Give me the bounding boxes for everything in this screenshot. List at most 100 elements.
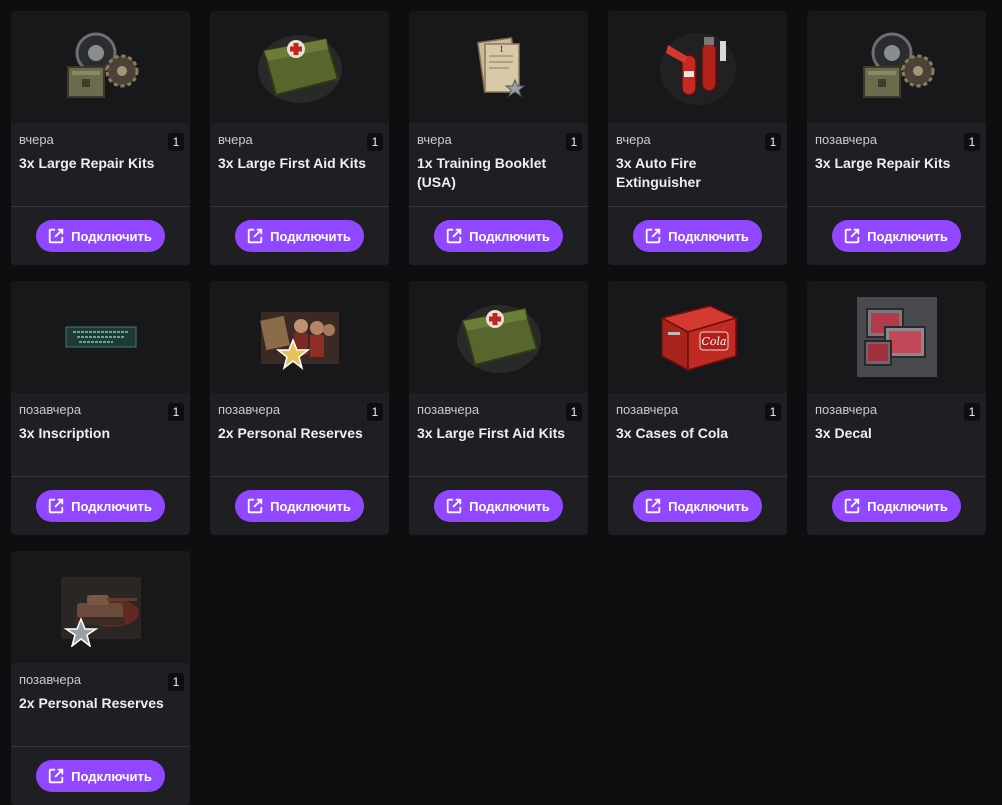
quantity-badge: 1 — [964, 133, 980, 151]
connect-button-label: Подключить — [469, 228, 550, 244]
item-title: 3x Large Repair Kits — [19, 155, 155, 171]
item-title: 3x Inscription — [19, 425, 111, 441]
item-thumbnail — [608, 11, 787, 123]
drop-card: позавчера 1 3x Inscription Подключить — [11, 281, 190, 535]
card-actions: Подключить — [11, 206, 190, 265]
claim-date: позавчера — [218, 402, 281, 417]
connect-button-label: Подключить — [270, 498, 351, 514]
card-actions: Подключить — [11, 746, 190, 805]
connect-button[interactable]: Подключить — [832, 220, 961, 252]
item-title: 1x Training Booklet (USA) — [417, 155, 547, 190]
connect-button[interactable]: Подключить — [633, 220, 762, 252]
drop-card: позавчера 1 3x Large Repair Kits Подключ… — [807, 11, 986, 265]
drop-card: вчера 1 3x Auto Fire Extinguisher Подклю… — [608, 11, 787, 265]
drop-card: позавчера 1 2x Personal Reserves Подключ… — [11, 551, 190, 805]
connect-button-label: Подключить — [71, 228, 152, 244]
claim-date: вчера — [218, 132, 253, 147]
item-thumbnail: Cola — [608, 281, 787, 393]
training-booklet-image: I — [471, 34, 527, 100]
item-thumbnail: I — [409, 11, 588, 123]
connect-button[interactable]: Подключить — [832, 490, 961, 522]
connect-button[interactable]: Подключить — [36, 490, 165, 522]
card-actions: Подключить — [608, 206, 787, 265]
fire-extinguisher-image — [658, 27, 738, 107]
connect-button[interactable]: Подключить — [633, 490, 762, 522]
card-info: позавчера 1 3x Decal — [807, 393, 986, 476]
first-aid-kit-image — [256, 29, 344, 105]
card-info: позавчера 1 3x Large Repair Kits — [807, 123, 986, 206]
card-actions: Подключить — [807, 476, 986, 535]
claim-date: вчера — [19, 132, 54, 147]
external-link-icon — [843, 497, 861, 515]
tank-reserves-image — [60, 567, 141, 647]
card-info: позавчера 1 3x Cases of Cola — [608, 393, 787, 476]
external-link-icon — [644, 227, 662, 245]
item-thumbnail — [11, 11, 190, 123]
item-thumbnail — [210, 11, 389, 123]
item-thumbnail — [409, 281, 588, 393]
quantity-badge: 1 — [765, 403, 781, 421]
external-link-icon — [644, 497, 662, 515]
card-info: вчера 1 3x Auto Fire Extinguisher — [608, 123, 787, 206]
card-actions: Подключить — [210, 476, 389, 535]
external-link-icon — [47, 497, 65, 515]
item-thumbnail — [807, 11, 986, 123]
connect-button[interactable]: Подключить — [36, 760, 165, 792]
repair-kit-image — [854, 27, 940, 107]
drop-card: позавчера 1 3x Decal Подключить — [807, 281, 986, 535]
connect-button-label: Подключить — [867, 498, 948, 514]
drop-card: Cola позавчера 1 3x Cases of Cola Подклю… — [608, 281, 787, 535]
connect-button[interactable]: Подключить — [235, 220, 364, 252]
item-thumbnail — [807, 281, 986, 393]
card-actions: Подключить — [608, 476, 787, 535]
claim-date: позавчера — [815, 402, 878, 417]
quantity-badge: 1 — [367, 133, 383, 151]
item-title: 3x Auto Fire Extinguisher — [616, 155, 701, 190]
external-link-icon — [246, 227, 264, 245]
quantity-badge: 1 — [566, 403, 582, 421]
external-link-icon — [47, 767, 65, 785]
connect-button-label: Подключить — [867, 228, 948, 244]
external-link-icon — [246, 497, 264, 515]
claim-date: позавчера — [19, 672, 82, 687]
connect-button[interactable]: Подключить — [434, 490, 563, 522]
card-actions: Подключить — [409, 206, 588, 265]
drop-card: вчера 1 3x Large Repair Kits Подключить — [11, 11, 190, 265]
quantity-badge: 1 — [168, 403, 184, 421]
card-info: вчера 1 3x Large First Aid Kits — [210, 123, 389, 206]
claim-date: позавчера — [815, 132, 878, 147]
drops-grid: вчера 1 3x Large Repair Kits Подключить — [11, 11, 986, 805]
external-link-icon — [843, 227, 861, 245]
svg-text:I: I — [500, 45, 503, 54]
drop-card: позавчера 1 2x Personal Reserves Подключ… — [210, 281, 389, 535]
connect-button-label: Подключить — [668, 498, 749, 514]
card-info: позавчера 1 3x Large First Aid Kits — [409, 393, 588, 476]
cola-case-image: Cola — [656, 298, 740, 376]
connect-button[interactable]: Подключить — [235, 490, 364, 522]
card-info: позавчера 1 2x Personal Reserves — [210, 393, 389, 476]
quantity-badge: 1 — [367, 403, 383, 421]
first-aid-kit-image — [455, 299, 543, 375]
card-actions: Подключить — [11, 476, 190, 535]
drop-card: позавчера 1 3x Large First Aid Kits Подк… — [409, 281, 588, 535]
claim-date: позавчера — [417, 402, 480, 417]
item-thumbnail — [11, 281, 190, 393]
item-title: 3x Large First Aid Kits — [218, 155, 367, 171]
quantity-badge: 1 — [168, 673, 184, 691]
card-actions: Подключить — [409, 476, 588, 535]
quantity-badge: 1 — [566, 133, 582, 151]
drop-card: вчера 1 3x Large First Aid Kits Подключи… — [210, 11, 389, 265]
external-link-icon — [445, 497, 463, 515]
card-info: позавчера 1 2x Personal Reserves — [11, 663, 190, 746]
connect-button[interactable]: Подключить — [36, 220, 165, 252]
quantity-badge: 1 — [964, 403, 980, 421]
claim-date: позавчера — [616, 402, 679, 417]
connect-button[interactable]: Подключить — [434, 220, 563, 252]
item-title: 3x Decal — [815, 425, 872, 441]
card-actions: Подключить — [807, 206, 986, 265]
item-title: 2x Personal Reserves — [218, 425, 363, 441]
card-info: позавчера 1 3x Inscription — [11, 393, 190, 476]
item-thumbnail — [11, 551, 190, 663]
quantity-badge: 1 — [765, 133, 781, 151]
decal-image — [856, 297, 937, 377]
